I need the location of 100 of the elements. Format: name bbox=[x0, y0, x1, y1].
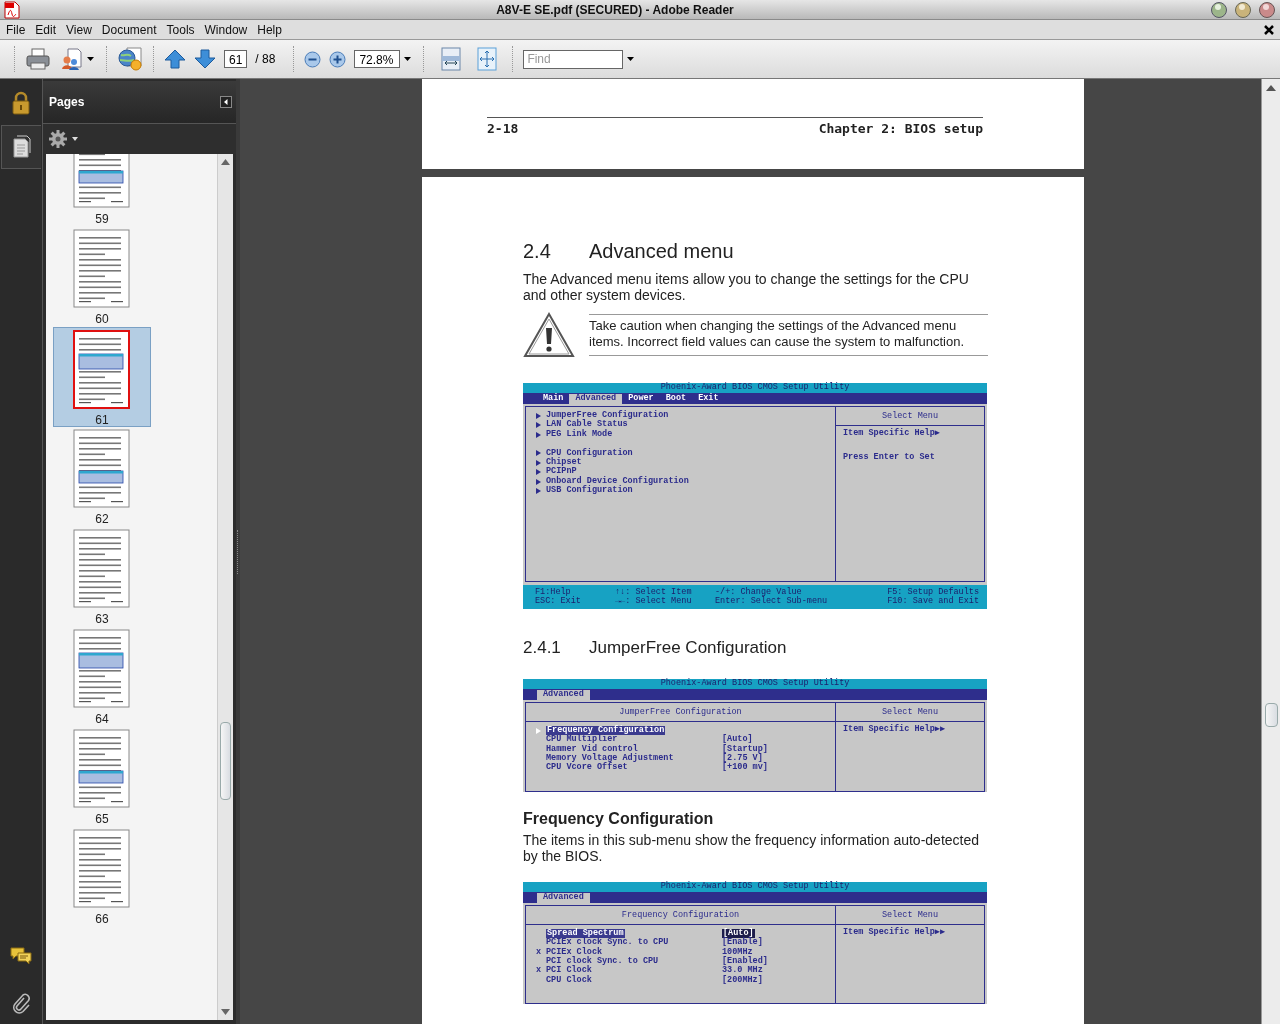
gear-icon[interactable] bbox=[49, 130, 69, 148]
key-hint: ↑↓: Select Item bbox=[615, 588, 693, 597]
window-title: A8V-E SE.pdf (SECURED) - Adobe Reader bbox=[495, 2, 735, 17]
page-thumbnail[interactable] bbox=[73, 330, 131, 410]
section-heading: JumperFree Configuration bbox=[589, 637, 787, 658]
fit-width-icon[interactable] bbox=[440, 47, 463, 71]
find-field[interactable]: Find bbox=[523, 49, 624, 69]
people-document-icon[interactable] bbox=[61, 47, 83, 71]
caret-icon[interactable] bbox=[404, 57, 412, 61]
bios-help-title: Select Menu bbox=[836, 905, 984, 925]
zoom-in-icon[interactable] bbox=[329, 50, 347, 68]
bios-title-bar: Phoenix-Award BIOS CMOS Setup Utility bbox=[523, 881, 987, 892]
key-hint: →←: Select Menu bbox=[615, 597, 693, 607]
page-thumbnail[interactable] bbox=[73, 729, 131, 809]
menu-item[interactable]: Help bbox=[252, 22, 287, 37]
bios-tab[interactable]: Advanced bbox=[569, 394, 623, 404]
bios-menu-item[interactable]: Chipset bbox=[526, 458, 835, 468]
previous-page-icon[interactable] bbox=[164, 48, 186, 70]
page-label: 59 bbox=[95, 212, 109, 226]
disabled-marker: x bbox=[536, 947, 543, 958]
bios-help-title: Select Menu bbox=[836, 407, 984, 426]
page-label: 61 bbox=[95, 413, 109, 427]
page-label: 65 bbox=[95, 812, 109, 826]
caret-icon[interactable] bbox=[627, 57, 635, 61]
section-number: 2.4.1 bbox=[523, 637, 562, 658]
zoom-out-icon[interactable] bbox=[304, 50, 322, 68]
bios-menu-item[interactable]: PCIEx clock Sync. to CPU [Enable] bbox=[526, 938, 835, 948]
zoom-field[interactable]: 72.8% bbox=[354, 50, 401, 68]
maximize-button[interactable] bbox=[1234, 0, 1252, 19]
page-label: 62 bbox=[95, 512, 109, 526]
page-thumbnail[interactable] bbox=[73, 429, 131, 509]
scrollbar[interactable] bbox=[1261, 79, 1280, 1024]
globe-document-icon[interactable] bbox=[117, 46, 145, 72]
bios-menu-item[interactable]: JumperFree Configuration bbox=[526, 411, 835, 421]
bios-help-text: Item Specific Help▶▶ bbox=[842, 925, 947, 939]
bios-menu-item[interactable]: x PCI Clock 33.0 MHz bbox=[526, 966, 835, 976]
bios-menu-item[interactable]: PCIPnP bbox=[526, 467, 835, 477]
bios-title-bar: Phoenix-Award BIOS CMOS Setup Utility bbox=[523, 383, 987, 393]
bios-tab[interactable]: Advanced bbox=[537, 689, 590, 700]
key-hint: ESC: Exit bbox=[535, 597, 582, 607]
paperclip-icon[interactable] bbox=[12, 992, 30, 1014]
next-page-icon[interactable] bbox=[194, 48, 216, 70]
paragraph: The Advanced menu items allow you to change the settings for the CPU and other system devices. bbox=[523, 271, 970, 303]
warning-icon bbox=[523, 311, 575, 359]
close-icon[interactable] bbox=[1264, 24, 1274, 35]
bios-menu-item[interactable]: PEG Link Mode bbox=[526, 429, 835, 440]
minimize-button[interactable] bbox=[1210, 0, 1228, 19]
scrollbar[interactable] bbox=[217, 154, 233, 1020]
page-thumbnail[interactable] bbox=[73, 629, 131, 709]
menu-item[interactable]: Edit bbox=[30, 22, 62, 37]
close-button[interactable] bbox=[1258, 0, 1276, 19]
section-number: 2.4 bbox=[523, 239, 552, 263]
page-label: 64 bbox=[95, 712, 109, 726]
lock-icon[interactable] bbox=[11, 91, 31, 115]
bios-menu-item[interactable]: USB Configuration bbox=[526, 486, 835, 496]
scroll-down-icon[interactable] bbox=[221, 1007, 230, 1017]
bios-menu-item[interactable]: CPU Multiplier [Auto] bbox=[526, 735, 835, 745]
bios-tab[interactable]: Main bbox=[537, 394, 570, 404]
print-icon[interactable] bbox=[25, 47, 51, 71]
bios-menu-item[interactable]: LAN Cable Status bbox=[526, 420, 835, 430]
bios-tab[interactable]: Exit bbox=[692, 394, 725, 404]
menu-item[interactable]: View bbox=[61, 22, 97, 37]
fit-page-icon[interactable] bbox=[476, 47, 499, 71]
disabled-marker: x bbox=[536, 966, 543, 976]
caution-text: Take caution when changing the settings of the Advanced menu items. Incorrect field values can cause the system to malfunction. bbox=[589, 314, 988, 356]
scrollbar-thumb[interactable] bbox=[1264, 703, 1278, 727]
key-hint: -/+: Change Value bbox=[715, 588, 802, 597]
bios-menu-item[interactable]: CPU Configuration bbox=[526, 448, 835, 458]
caret-icon[interactable] bbox=[72, 137, 78, 141]
key-hint: Enter: Select Sub-menu bbox=[715, 597, 829, 607]
bios-tab[interactable]: Boot bbox=[659, 394, 693, 404]
menu-item[interactable]: File bbox=[1, 22, 31, 37]
page-label: 66 bbox=[95, 912, 109, 926]
scrollbar-thumb[interactable] bbox=[220, 722, 231, 800]
comments-icon[interactable] bbox=[9, 946, 33, 964]
key-hint: F5: Setup Defaults bbox=[886, 588, 979, 597]
bios-menu-item[interactable]: CPU Vcore Offset [+100 mv] bbox=[526, 763, 835, 773]
page-thumbnail[interactable] bbox=[73, 229, 131, 309]
page-label: 60 bbox=[95, 312, 109, 326]
scroll-up-icon[interactable] bbox=[221, 157, 230, 167]
menu-item[interactable]: Document bbox=[96, 22, 162, 37]
bios-tab[interactable]: Power bbox=[622, 394, 660, 404]
bios-panel-title: Frequency Configuration bbox=[526, 905, 835, 925]
menu-item[interactable]: Tools bbox=[161, 22, 200, 37]
menu-item[interactable]: Window bbox=[199, 22, 253, 37]
bios-menu-item[interactable]: CPU Clock [200MHz] bbox=[526, 975, 835, 986]
selected-page-highlight[interactable]: 61 bbox=[53, 327, 151, 427]
page-number-field[interactable]: 61 bbox=[224, 50, 248, 68]
scroll-up-icon[interactable] bbox=[1266, 83, 1276, 93]
page-thumbnail[interactable] bbox=[73, 829, 131, 909]
page-thumbnail[interactable] bbox=[73, 529, 131, 609]
collapse-panel-button[interactable] bbox=[220, 96, 232, 108]
splitter-handle[interactable] bbox=[236, 529, 240, 574]
panel-title: Pages bbox=[49, 95, 85, 109]
bios-panel-title: JumperFree Configuration bbox=[526, 702, 835, 722]
caret-icon[interactable] bbox=[87, 57, 94, 61]
bios-tab[interactable]: Advanced bbox=[537, 892, 590, 903]
paragraph: The items in this sub-menu show the frequency information auto-detected by the BIOS. bbox=[523, 831, 981, 864]
pdf-file-icon bbox=[4, 0, 20, 19]
pages-icon[interactable] bbox=[11, 135, 32, 159]
